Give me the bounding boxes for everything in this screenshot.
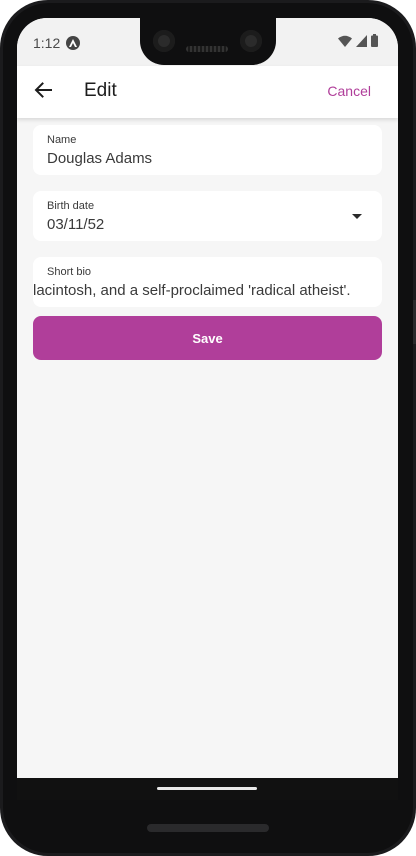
short-bio-field[interactable]: Short bio lacintosh, and a self-proclaim… bbox=[33, 257, 382, 307]
notification-a-icon bbox=[66, 36, 80, 50]
cancel-button[interactable]: Cancel bbox=[327, 83, 371, 99]
birth-date-field-label: Birth date bbox=[47, 200, 95, 212]
app-bar: Edit Cancel bbox=[17, 66, 398, 118]
camera-notch bbox=[140, 18, 276, 65]
front-camera-icon bbox=[240, 30, 262, 52]
name-field-label: Name bbox=[47, 134, 77, 146]
short-bio-field-label: Short bio bbox=[47, 266, 92, 278]
bottom-speaker-grille bbox=[147, 824, 269, 832]
home-indicator[interactable] bbox=[157, 787, 257, 790]
name-field[interactable]: Name Douglas Adams bbox=[33, 125, 382, 175]
status-time: 1:12 bbox=[33, 35, 61, 51]
birth-date-select[interactable]: 03/11/52 bbox=[47, 216, 104, 233]
earpiece-speaker bbox=[186, 46, 228, 52]
short-bio-input[interactable]: lacintosh, and a self-proclaimed 'radica… bbox=[33, 282, 368, 299]
status-icons bbox=[338, 34, 378, 52]
arrow-left-icon bbox=[34, 81, 52, 103]
system-nav-bar bbox=[17, 778, 398, 800]
wifi-icon bbox=[338, 34, 352, 52]
battery-icon bbox=[371, 34, 378, 52]
device-screen: 1:12 Edit Cancel Name Douglas Adams Birt… bbox=[17, 18, 398, 800]
status-bar: 1:12 bbox=[17, 18, 398, 66]
cell-signal-icon bbox=[356, 34, 367, 52]
front-camera-icon bbox=[153, 30, 175, 52]
dropdown-arrow-icon[interactable] bbox=[352, 214, 362, 219]
short-bio-text: lacintosh, and a self-proclaimed 'radica… bbox=[33, 282, 351, 299]
save-button[interactable]: Save bbox=[33, 316, 382, 360]
back-button[interactable] bbox=[29, 78, 57, 106]
birth-date-field[interactable]: Birth date 03/11/52 bbox=[33, 191, 382, 241]
name-input[interactable]: Douglas Adams bbox=[47, 150, 152, 167]
page-title: Edit bbox=[84, 80, 117, 101]
phone-frame: 1:12 Edit Cancel Name Douglas Adams Birt… bbox=[0, 0, 416, 856]
